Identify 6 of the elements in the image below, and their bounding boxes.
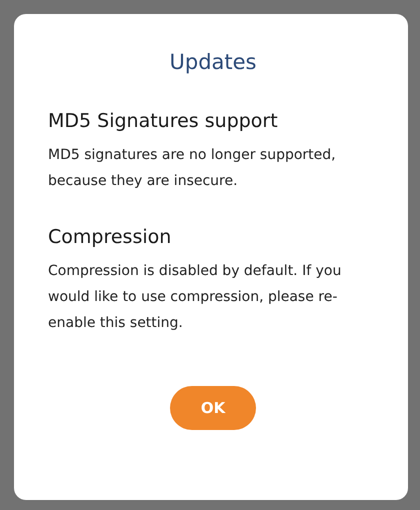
section-text: Compression is disabled by default. If you would like to use compression, please re-enable this setting. <box>48 262 342 333</box>
dialog-title: Updates <box>168 50 258 74</box>
section-heading: MD5 Signatures support <box>48 110 279 132</box>
section-text: MD5 signatures are no longer supported, because they are insecure. <box>48 146 337 191</box>
section-heading: Compression <box>48 226 172 248</box>
ok-button[interactable]: OK <box>170 386 256 430</box>
